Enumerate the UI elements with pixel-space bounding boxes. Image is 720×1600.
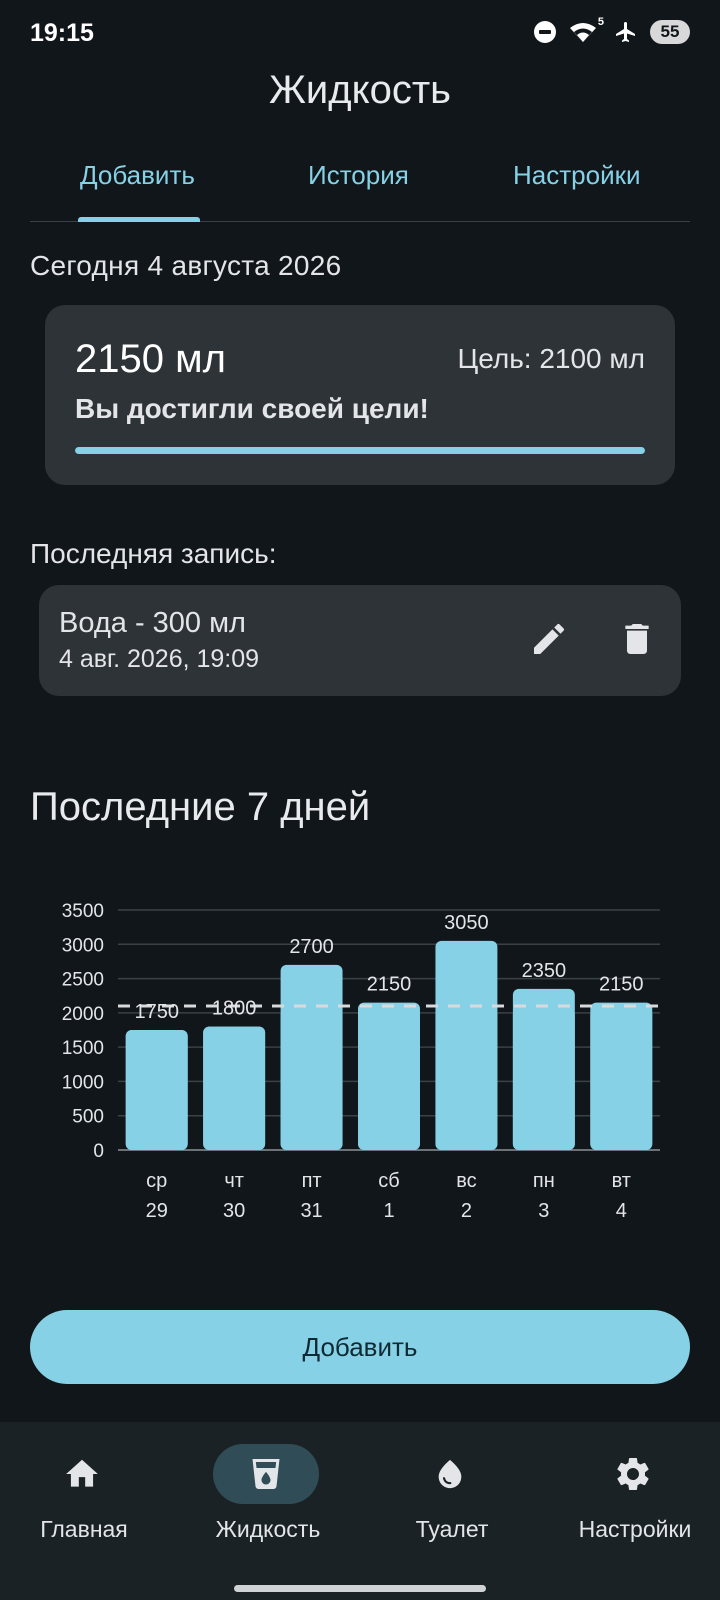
chart-bar-overlay [125,1030,188,1150]
x-tick-weekday: чт [224,1170,244,1192]
x-tick-weekday: вс [456,1170,476,1192]
tab-add[interactable]: Добавить [80,160,195,191]
nav-item-fluid[interactable]: Жидкость [178,1444,358,1564]
battery-indicator: 55 [650,20,690,44]
bar-value-label: 2700 [289,936,334,958]
status-bar: 19:15 5 55 [0,0,720,64]
gear-icon [617,1458,649,1490]
daily-summary-card: 2150 мл Цель: 2100 мл Вы достигли своей … [45,305,675,485]
last-entry-heading: Последняя запись: [30,538,277,569]
y-tick-label: 3000 [62,935,104,956]
nav-pill-home [29,1444,135,1504]
nav-pill-settings [580,1444,686,1504]
x-tick-weekday: вт [612,1170,631,1192]
tab-indicator [78,217,200,222]
weekly-intake-chart: 0 500 1000 1500 2000 2500 3000 3500 1750 ср 29 1800… [62,901,660,1222]
x-tick-day: 4 [616,1200,627,1222]
nav-item-settings[interactable]: Настройки [545,1444,720,1564]
x-tick-day: 29 [146,1200,168,1222]
bottom-navigation: Главная Жидкость Туалет Настройки [0,1422,720,1600]
nav-label-settings: Настройки [578,1516,692,1542]
y-tick-label: 2000 [62,1004,104,1025]
week-chart-title: Последние 7 дней [30,785,371,829]
status-icons: 5 55 [534,16,690,44]
gesture-home-bar[interactable] [234,1585,486,1592]
last-entry-card[interactable]: Вода - 300 мл 4 авг. 2026, 19:09 [39,585,681,696]
bar-value-label: 3050 [444,912,489,934]
bar-value-label: 2150 [367,974,412,996]
nav-pill-fluid [213,1444,319,1504]
chart-bar-overlay [203,1026,266,1150]
last-entry-date: 4 авг. 2026, 19:09 [59,645,260,673]
do-not-disturb-icon [534,21,556,43]
nav-label-toilet: Туалет [415,1516,489,1542]
tab-history[interactable]: История [308,160,409,191]
pencil-icon [534,623,565,654]
home-icon [66,1459,98,1487]
y-tick-label: 2500 [62,970,104,991]
tab-settings[interactable]: Настройки [513,160,641,191]
nav-label-fluid: Жидкость [215,1516,321,1542]
wifi-badge: 5 [597,16,604,28]
delete-entry-button[interactable] [611,613,663,665]
status-time: 19:15 [30,19,94,47]
bar-value-label: 1800 [212,998,257,1020]
y-tick-label: 1000 [62,1072,104,1093]
x-tick-weekday: пт [302,1170,322,1192]
daily-goal: Цель: 2100 мл [457,343,646,374]
x-tick-day: 1 [383,1200,394,1222]
x-tick-day: 31 [300,1200,322,1222]
chart-bar-overlay [590,1009,653,1150]
chart-bar-overlay [280,1009,343,1150]
nav-label-home: Главная [40,1516,128,1542]
y-tick-label: 3500 [62,901,104,922]
bar-value-label: 1750 [134,1001,179,1023]
x-tick-day: 2 [461,1200,472,1222]
tab-bar: Добавить История Настройки [30,150,690,222]
y-tick-label: 1500 [62,1038,104,1059]
airplane-mode-icon [614,20,638,44]
goal-message: Вы достигли своей цели! [75,393,429,424]
chart-bar-overlay [435,1009,498,1150]
x-tick-weekday: пн [533,1170,555,1192]
x-tick-day: 3 [538,1200,549,1222]
x-tick-weekday: ср [146,1170,167,1192]
cup-icon [252,1459,280,1489]
add-intake-button[interactable]: Добавить [30,1310,690,1384]
y-tick-label: 500 [72,1107,104,1128]
x-tick-weekday: сб [378,1170,399,1192]
trash-icon [625,624,649,654]
chart-bar-overlay [358,1009,420,1150]
goal-progress-bar [75,447,645,454]
page-title: Жидкость [269,68,451,112]
last-entry-title: Вода - 300 мл [59,607,246,639]
nav-item-toilet[interactable]: Туалет [362,1444,542,1564]
nav-item-home[interactable]: Главная [0,1444,174,1564]
y-tick-label: 0 [93,1141,104,1162]
goal-progress-fill [75,447,645,454]
chart-bar-overlay [512,1009,575,1150]
drop-icon [438,1459,462,1489]
bar-value-label: 2350 [522,960,567,982]
today-date-label: Сегодня 4 августа 2026 [30,250,342,281]
nav-pill-toilet [397,1444,503,1504]
daily-amount: 2150 мл [75,337,226,381]
edit-entry-button[interactable] [523,613,575,665]
x-tick-day: 30 [223,1200,245,1222]
wifi-icon: 5 [568,16,604,44]
bar-value-label: 2150 [599,974,644,996]
